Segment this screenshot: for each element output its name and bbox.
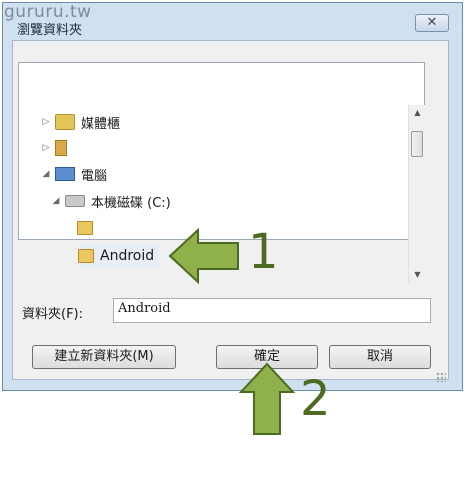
scroll-up-button[interactable]: ▲	[409, 105, 426, 121]
tree-item-label: Android	[100, 248, 155, 264]
vertical-scrollbar[interactable]: ▲ ▼	[408, 105, 426, 283]
computer-icon	[55, 167, 75, 181]
scroll-thumb[interactable]	[411, 131, 423, 157]
folder-field-label: 資料夾(F):	[22, 307, 84, 322]
tree-item-android[interactable]: Android	[78, 245, 159, 267]
left-arrow-icon	[168, 228, 239, 284]
expand-arrow-icon[interactable]: ▷	[41, 117, 51, 127]
folder-icon	[78, 249, 94, 263]
collapse-arrow-icon[interactable]: ◢	[51, 196, 61, 206]
local-disk-icon	[65, 195, 85, 207]
step-2-label: 2	[300, 371, 331, 427]
watermark-text: gururu.tw	[4, 2, 92, 22]
folder-name-input[interactable]: Android	[113, 298, 431, 323]
step-1-label: 1	[248, 224, 279, 280]
cancel-button[interactable]: 取消	[329, 345, 431, 369]
tree-item-computer[interactable]: ◢ 電腦	[41, 163, 107, 185]
tree-item-local-disk[interactable]: ◢ 本機磁碟 (C:)	[51, 190, 171, 212]
up-arrow-icon	[238, 362, 296, 435]
resize-grip-icon[interactable]	[436, 372, 446, 382]
collapse-arrow-icon[interactable]: ◢	[41, 169, 51, 179]
folder-icon	[77, 221, 93, 235]
folder-tree[interactable]: ▷ 媒體櫃 ▷ ◢ 電腦 ◢ 本機磁碟 (C:)	[18, 62, 425, 240]
user-folder-icon	[55, 140, 67, 156]
expand-arrow-icon[interactable]: ▷	[41, 143, 51, 153]
library-icon	[55, 114, 75, 130]
tree-item-folder[interactable]	[77, 217, 99, 239]
tree-item-label: 電腦	[81, 168, 108, 184]
tree-item-label: 媒體櫃	[81, 116, 121, 132]
tree-item-user[interactable]: ▷	[41, 137, 73, 159]
scroll-down-button[interactable]: ▼	[409, 267, 426, 283]
tree-item-library[interactable]: ▷ 媒體櫃	[41, 111, 120, 133]
tree-item-label: 本機磁碟 (C:)	[91, 195, 171, 211]
close-button[interactable]: ✕	[415, 14, 449, 32]
new-folder-button[interactable]: 建立新資料夾(M)	[32, 345, 176, 369]
